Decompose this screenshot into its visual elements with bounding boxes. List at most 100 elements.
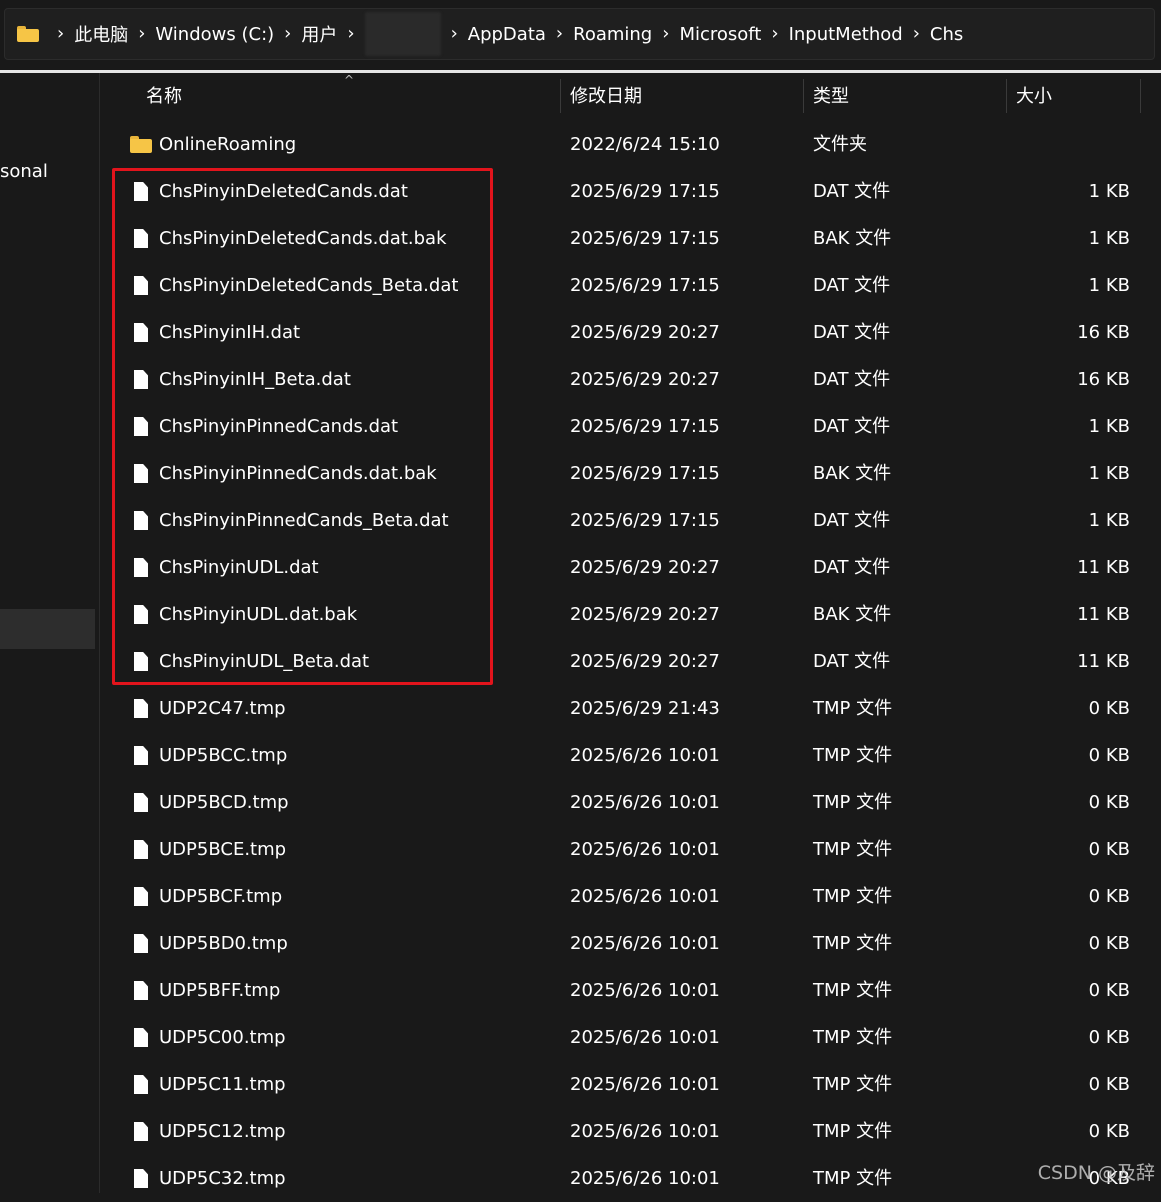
file-name: ChsPinyinPinnedCands_Beta.dat	[159, 510, 449, 531]
file-type: TMP 文件	[813, 839, 893, 860]
file-icon	[134, 182, 148, 201]
table-row[interactable]: ChsPinyinPinnedCands_Beta.dat 2025/6/29 1…	[100, 497, 1161, 544]
table-row[interactable]: UDP5BCF.tmp 2025/6/26 10:01 TMP 文件 0 KB	[100, 873, 1161, 920]
table-row[interactable]: ChsPinyinUDL.dat.bak 2025/6/29 20:27 BAK 文…	[100, 591, 1161, 638]
table-row[interactable]: UDP5BCE.tmp 2025/6/26 10:01 TMP 文件 0 KB	[100, 826, 1161, 873]
file-icon	[134, 558, 148, 577]
table-row[interactable]: ChsPinyinDeletedCands.dat.bak 2025/6/29 1…	[100, 215, 1161, 262]
navigation-pane: sonal	[0, 73, 100, 1193]
file-size: 0 KB	[1088, 1074, 1130, 1095]
file-name: UDP5BCD.tmp	[159, 792, 289, 813]
table-row[interactable]: UDP2C47.tmp 2025/6/29 21:43 TMP 文件 0 KB	[100, 685, 1161, 732]
breadcrumb-drive-c[interactable]: Windows (C:)	[155, 24, 274, 45]
file-date: 2025/6/26 10:01	[570, 839, 720, 860]
file-type: DAT 文件	[813, 322, 891, 343]
file-icon	[134, 323, 148, 342]
chevron-right-icon[interactable]: ›	[662, 25, 669, 43]
chevron-right-icon[interactable]: ›	[451, 25, 458, 43]
chevron-right-icon[interactable]: ›	[556, 25, 563, 43]
table-row[interactable]: UDP5BCC.tmp 2025/6/26 10:01 TMP 文件 0 KB	[100, 732, 1161, 779]
column-resize-handle[interactable]	[560, 79, 561, 113]
breadcrumb-chs[interactable]: Chs	[930, 24, 963, 45]
file-size: 1 KB	[1088, 181, 1130, 202]
file-size: 0 KB	[1088, 1121, 1130, 1142]
table-row[interactable]: ChsPinyinIH.dat 2025/6/29 20:27 DAT 文件 16 K…	[100, 309, 1161, 356]
breadcrumb-microsoft[interactable]: Microsoft	[679, 24, 761, 45]
table-row[interactable]: ChsPinyinUDL_Beta.dat 2025/6/29 20:27 DAT …	[100, 638, 1161, 685]
table-row[interactable]: ChsPinyinDeletedCands.dat 2025/6/29 17:15…	[100, 168, 1161, 215]
column-resize-handle[interactable]	[1006, 79, 1007, 113]
nav-item-selected[interactable]	[0, 609, 95, 649]
column-header-name[interactable]: 名称	[146, 73, 560, 117]
table-row[interactable]: UDP5BCD.tmp 2025/6/26 10:01 TMP 文件 0 KB	[100, 779, 1161, 826]
file-size: 11 KB	[1077, 557, 1130, 578]
file-size: 0 KB	[1088, 1027, 1130, 1048]
table-row[interactable]: ChsPinyinIH_Beta.dat 2025/6/29 20:27 DAT 文…	[100, 356, 1161, 403]
file-date: 2025/6/26 10:01	[570, 1074, 720, 1095]
file-type: DAT 文件	[813, 557, 891, 578]
file-type: DAT 文件	[813, 181, 891, 202]
file-name: ChsPinyinDeletedCands.dat	[159, 181, 408, 202]
table-row[interactable]: UDP5C12.tmp 2025/6/26 10:01 TMP 文件 0 KB	[100, 1108, 1161, 1155]
table-row[interactable]: UDP5C00.tmp 2025/6/26 10:01 TMP 文件 0 KB	[100, 1014, 1161, 1061]
file-size: 0 KB	[1088, 698, 1130, 719]
table-row[interactable]: UDP5C11.tmp 2025/6/26 10:01 TMP 文件 0 KB	[100, 1061, 1161, 1108]
file-list: ^ 名称 修改日期 类型 大小 OnlineRoaming 2022/6/24 1…	[100, 73, 1161, 1193]
file-date: 2025/6/26 10:01	[570, 792, 720, 813]
breadcrumb-redacted-username[interactable]	[364, 12, 441, 56]
file-size: 11 KB	[1077, 604, 1130, 625]
table-row[interactable]: UDP5BD0.tmp 2025/6/26 10:01 TMP 文件 0 KB	[100, 920, 1161, 967]
breadcrumb-appdata[interactable]: AppData	[468, 24, 546, 45]
chevron-right-icon[interactable]: ›	[913, 25, 920, 43]
table-row[interactable]: ChsPinyinPinnedCands.dat 2025/6/29 17:15 D…	[100, 403, 1161, 450]
column-header-type[interactable]: 类型	[813, 73, 1006, 117]
file-name: UDP5BCC.tmp	[159, 745, 288, 766]
file-date: 2025/6/29 20:27	[570, 651, 720, 672]
chevron-right-icon[interactable]: ›	[771, 25, 778, 43]
file-name: ChsPinyinIH_Beta.dat	[159, 369, 351, 390]
file-size: 0 KB	[1088, 933, 1130, 954]
folder-icon	[130, 136, 152, 153]
breadcrumb[interactable]: › 此电脑 › Windows (C:) › 用户 › › AppData › …	[4, 8, 1155, 60]
file-icon	[134, 464, 148, 483]
table-row[interactable]: OnlineRoaming 2022/6/24 15:10 文件夹	[100, 121, 1161, 168]
file-name: UDP5BFF.tmp	[159, 980, 281, 1001]
file-date: 2025/6/26 10:01	[570, 1168, 720, 1189]
column-header-date[interactable]: 修改日期	[570, 73, 803, 117]
file-icon	[134, 981, 148, 1000]
column-header-size[interactable]: 大小	[1016, 73, 1140, 117]
table-row[interactable]: UDP5BFF.tmp 2025/6/26 10:01 TMP 文件 0 KB	[100, 967, 1161, 1014]
chevron-right-icon[interactable]: ›	[57, 25, 64, 43]
table-row[interactable]: ChsPinyinDeletedCands_Beta.dat 2025/6/29 …	[100, 262, 1161, 309]
chevron-right-icon[interactable]: ›	[138, 25, 145, 43]
file-name: UDP5C11.tmp	[159, 1074, 286, 1095]
table-row[interactable]: ChsPinyinUDL.dat 2025/6/29 20:27 DAT 文件 11 …	[100, 544, 1161, 591]
breadcrumb-inputmethod[interactable]: InputMethod	[789, 24, 903, 45]
file-type: DAT 文件	[813, 651, 891, 672]
file-date: 2025/6/29 20:27	[570, 369, 720, 390]
file-name: ChsPinyinPinnedCands.dat	[159, 416, 399, 437]
file-size: 1 KB	[1088, 510, 1130, 531]
column-header-name-label: 名称	[146, 86, 182, 107]
breadcrumb-roaming[interactable]: Roaming	[573, 24, 652, 45]
file-icon	[134, 511, 148, 530]
file-date: 2025/6/29 21:43	[570, 698, 720, 719]
file-icon	[134, 1122, 148, 1141]
file-size: 1 KB	[1088, 275, 1130, 296]
chevron-right-icon[interactable]: ›	[284, 25, 291, 43]
column-resize-handle[interactable]	[1140, 79, 1141, 113]
breadcrumb-users[interactable]: 用户	[301, 21, 337, 47]
nav-item-personal[interactable]: sonal	[0, 161, 48, 182]
file-type: DAT 文件	[813, 369, 891, 390]
table-row[interactable]: UDP5C32.tmp 2025/6/26 10:01 TMP 文件 0 KB	[100, 1155, 1161, 1202]
column-resize-handle[interactable]	[803, 79, 804, 113]
breadcrumb-this-pc[interactable]: 此电脑	[74, 21, 128, 47]
file-icon	[134, 605, 148, 624]
table-row[interactable]: ChsPinyinPinnedCands.dat.bak 2025/6/29 17…	[100, 450, 1161, 497]
file-size: 1 KB	[1088, 416, 1130, 437]
file-date: 2025/6/26 10:01	[570, 980, 720, 1001]
file-size: 1 KB	[1088, 463, 1130, 484]
chevron-right-icon[interactable]: ›	[347, 25, 354, 43]
file-size: 0 KB	[1088, 839, 1130, 860]
file-size: 0 KB	[1088, 745, 1130, 766]
